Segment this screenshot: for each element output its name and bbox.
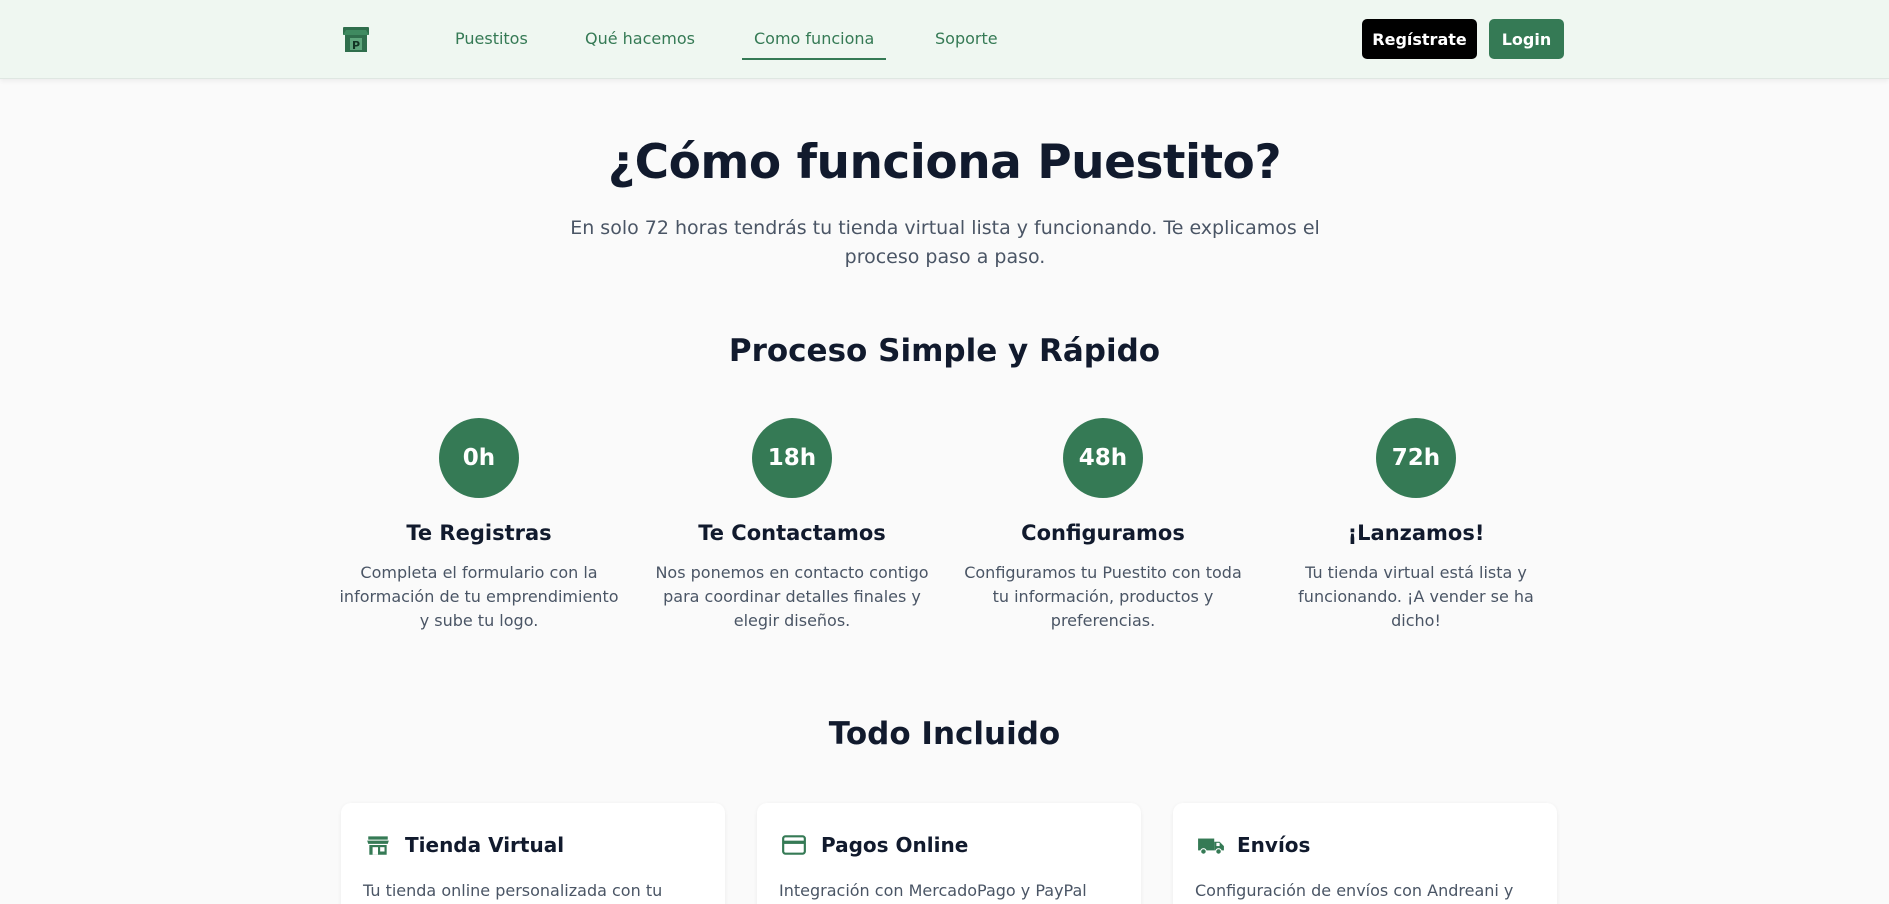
process-step: 72h ¡Lanzamos! Tu tienda virtual está li… xyxy=(1271,418,1561,633)
process-section-title: Proceso Simple y Rápido xyxy=(728,333,1161,369)
step-description: Completa el formulario con la informació… xyxy=(339,563,619,630)
card-description: Tu tienda online personalizada con tu xyxy=(363,881,663,900)
feature-card-tienda-virtual: Tienda Virtual Tu tienda online personal… xyxy=(341,803,725,904)
step-time-badge: 72h xyxy=(1376,418,1456,498)
step-title: Te Registras xyxy=(406,521,552,545)
register-button[interactable]: Regístrate xyxy=(1362,19,1477,59)
nav-link-como-funciona[interactable]: Como funciona xyxy=(741,27,887,60)
storefront-logo-icon[interactable]: P xyxy=(341,25,371,54)
card-header: Envíos xyxy=(1197,832,1310,858)
step-description: Tu tienda virtual está lista y funcionan… xyxy=(1298,563,1534,630)
truck-icon xyxy=(1197,832,1224,858)
process-step: 18h Te Contactamos Nos ponemos en contac… xyxy=(647,418,937,633)
nav-link-soporte[interactable]: Soporte xyxy=(935,27,998,51)
card-header: Pagos Online xyxy=(781,832,968,858)
step-time-badge: 18h xyxy=(752,418,832,498)
card-title: Tienda Virtual xyxy=(405,833,565,857)
card-header: Tienda Virtual xyxy=(365,832,564,858)
step-title: Te Contactamos xyxy=(698,521,886,545)
process-step: 48h Configuramos Configuramos tu Puestit… xyxy=(958,418,1248,633)
step-time-badge: 0h xyxy=(439,418,519,498)
card-title: Pagos Online xyxy=(821,833,969,857)
process-step: 0h Te Registras Completa el formulario c… xyxy=(334,418,624,633)
step-time-badge: 48h xyxy=(1063,418,1143,498)
card-description: Integración con MercadoPago y PayPal xyxy=(779,881,1087,900)
login-button[interactable]: Login xyxy=(1489,19,1564,59)
step-title: Configuramos xyxy=(1021,521,1185,545)
top-navbar: P Puestitos Qué hacemos Como funciona So… xyxy=(0,0,1889,79)
credit-card-icon xyxy=(781,832,807,858)
nav-link-que-hacemos[interactable]: Qué hacemos xyxy=(585,27,695,51)
svg-text:P: P xyxy=(352,39,360,52)
feature-card-pagos-online: Pagos Online Integración con MercadoPago… xyxy=(757,803,1141,904)
nav-link-puestitos[interactable]: Puestitos xyxy=(455,27,528,51)
included-section-title: Todo Incluido xyxy=(828,716,1061,752)
step-description: Nos ponemos en contacto contigo para coo… xyxy=(655,563,929,630)
card-title: Envíos xyxy=(1237,833,1311,857)
step-title: ¡Lanzamos! xyxy=(1347,521,1485,545)
card-description: Configuración de envíos con Andreani y xyxy=(1195,881,1514,900)
page-title: ¿Cómo funciona Puestito? xyxy=(607,135,1282,190)
store-icon xyxy=(365,832,391,858)
step-description: Configuramos tu Puestito con toda tu inf… xyxy=(964,563,1242,630)
page-subtitle: En solo 72 horas tendrás tu tienda virtu… xyxy=(570,217,1320,268)
feature-card-envios: Envíos Configuración de envíos con Andre… xyxy=(1173,803,1557,904)
